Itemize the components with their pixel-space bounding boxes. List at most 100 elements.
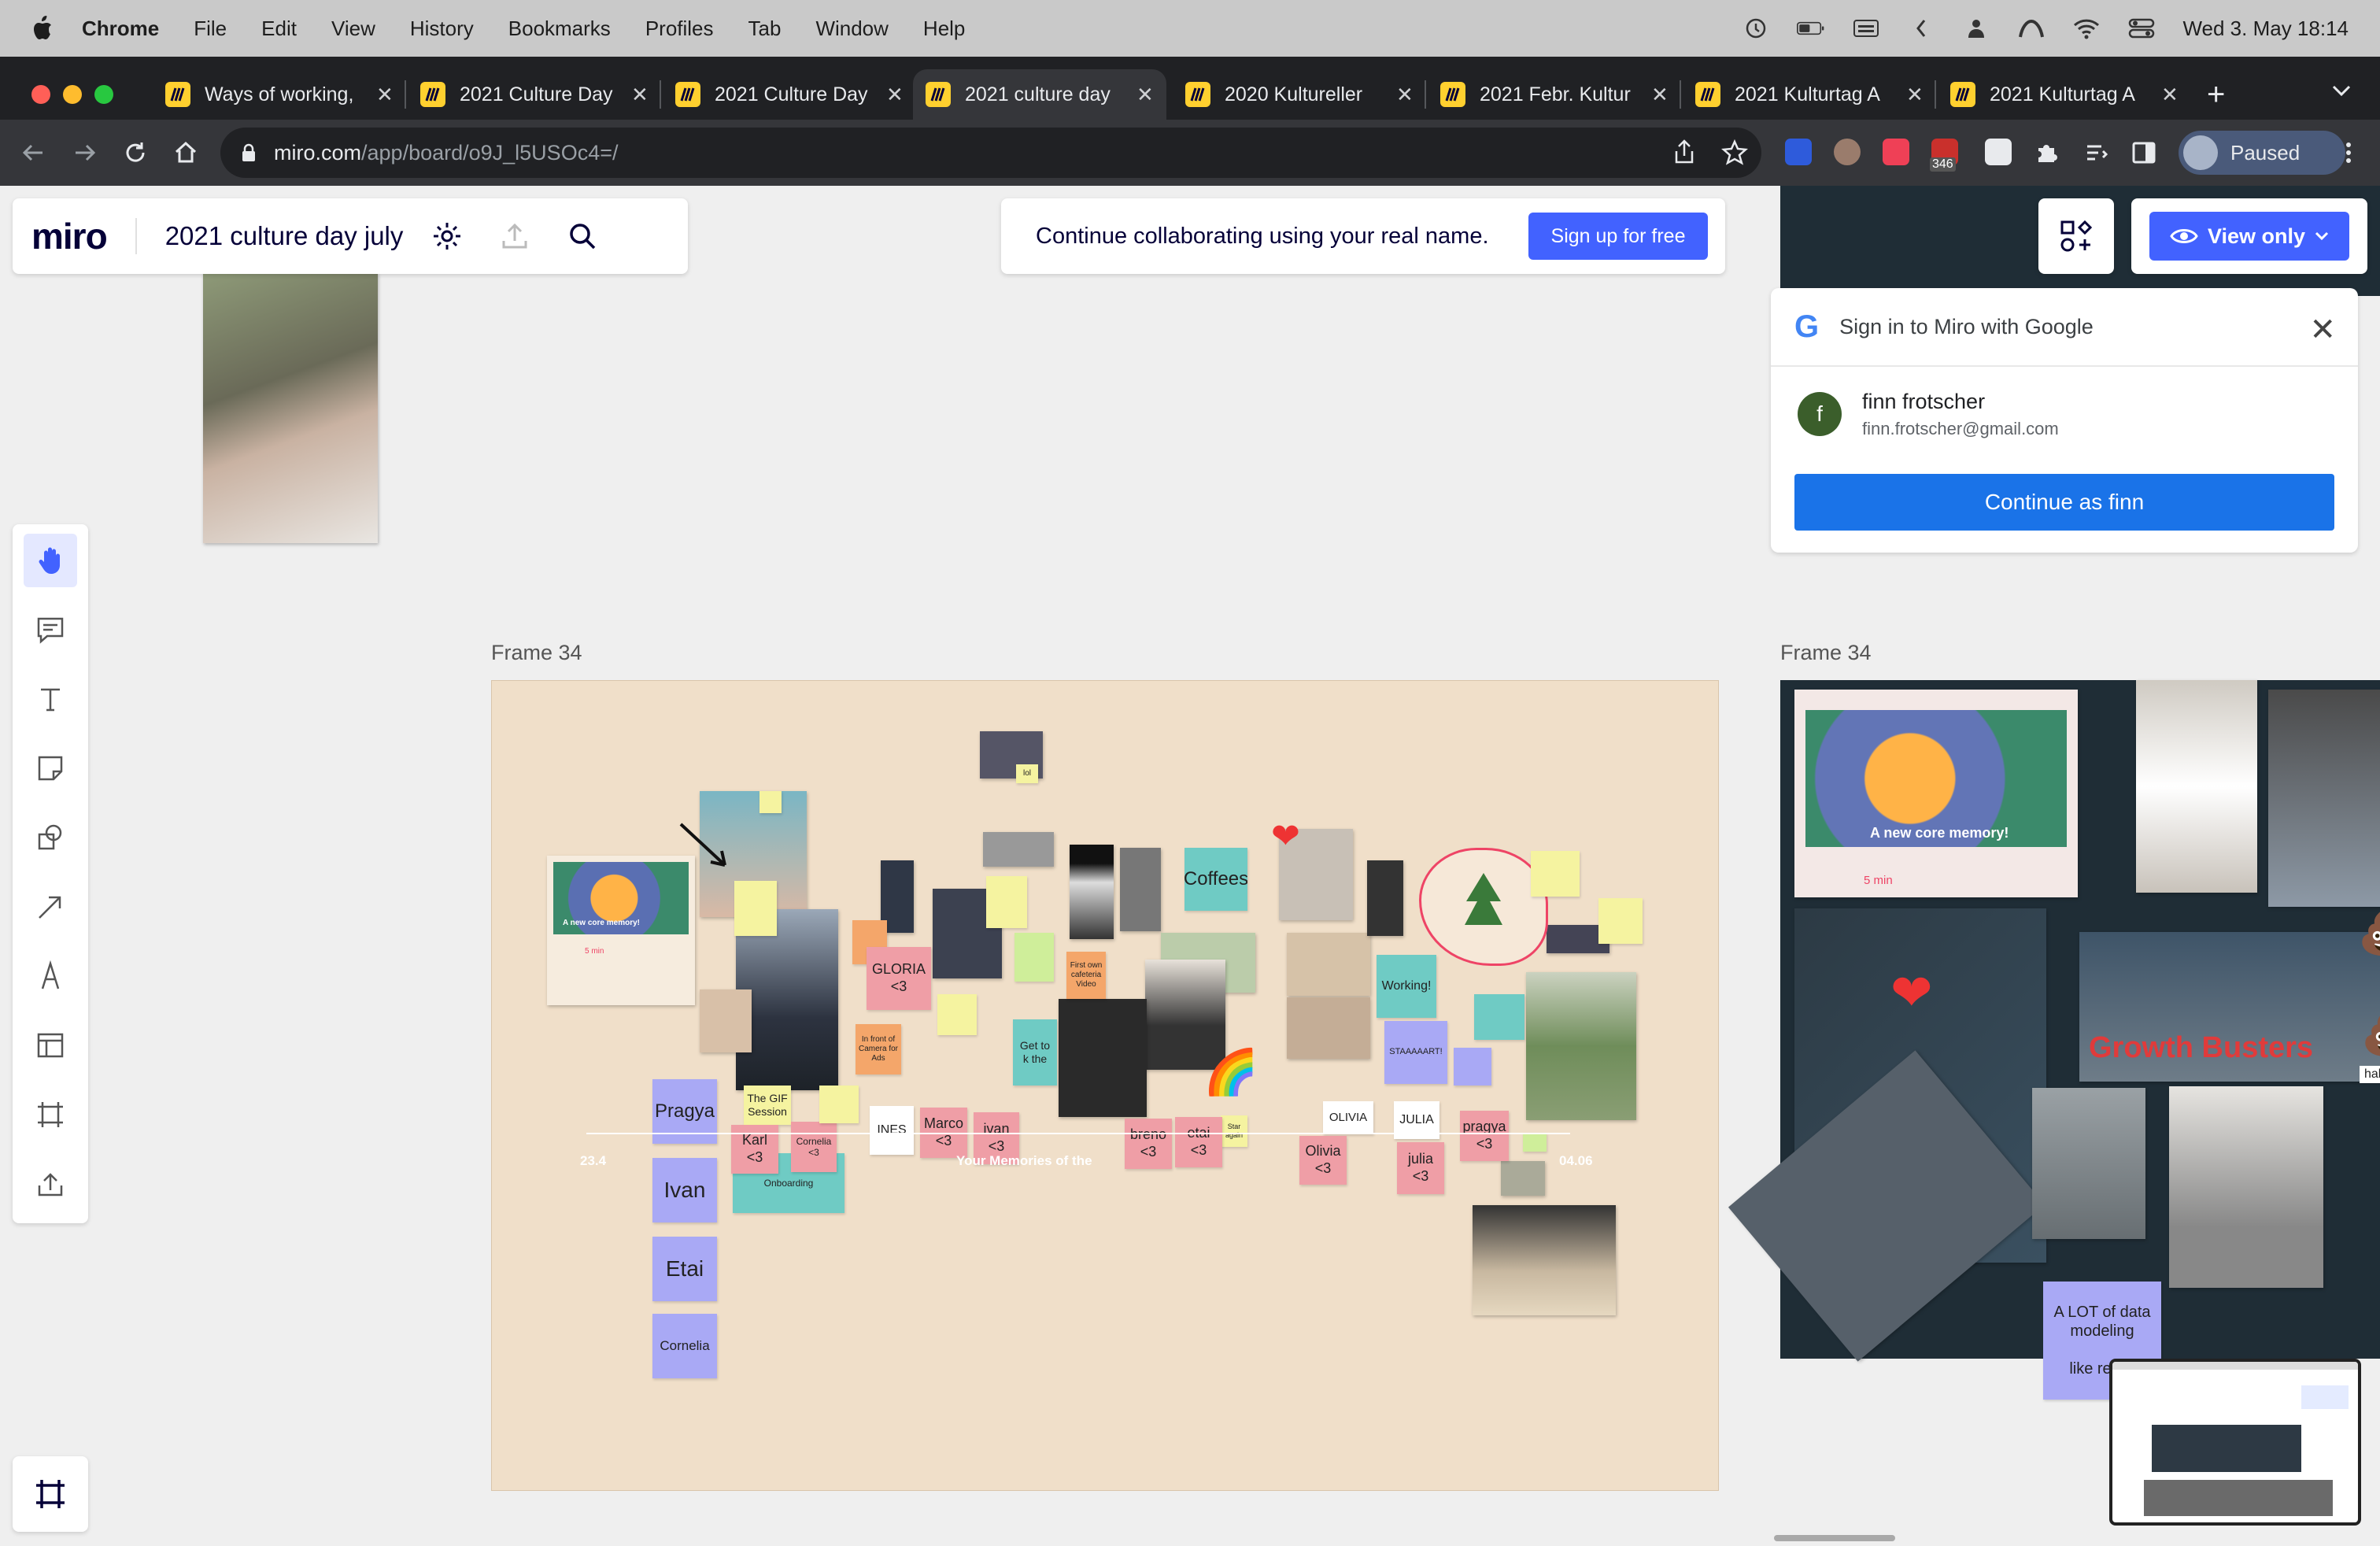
sticky-working[interactable]: Working!: [1377, 955, 1436, 1018]
lock-icon[interactable]: [241, 143, 257, 162]
kebab-menu-icon[interactable]: [2334, 139, 2363, 167]
sticky-cornelia[interactable]: Cornelia: [652, 1314, 717, 1378]
menu-profiles[interactable]: Profiles: [645, 17, 714, 41]
continue-as-button[interactable]: Continue as finn: [1794, 474, 2334, 531]
sticky-cornelia-heart[interactable]: Cornelia <3: [791, 1122, 837, 1172]
share-icon[interactable]: [1670, 139, 1698, 167]
growth-busters-image[interactable]: Growth Busters: [2079, 932, 2380, 1082]
sticky-olivia[interactable]: Olivia <3: [1299, 1136, 1347, 1185]
shapes-tool-button[interactable]: [24, 811, 77, 864]
sticky-small-note-3[interactable]: [937, 994, 977, 1035]
menubar-clock[interactable]: Wed 3. May 18:14: [2182, 17, 2349, 41]
tab-close-icon[interactable]: ✕: [1136, 83, 1154, 107]
sign-up-button[interactable]: Sign up for free: [1528, 213, 1708, 260]
upload-export-icon[interactable]: [499, 220, 530, 252]
board-name[interactable]: 2021 culture day july: [165, 221, 404, 251]
sticky-small-note-2[interactable]: [986, 876, 1027, 928]
chevron-left-icon[interactable]: [1907, 17, 1935, 40]
address-bar[interactable]: miro.com/app/board/o9J_l5USOc4=/: [220, 128, 1761, 178]
sticky-gloria[interactable]: GLORIA <3: [867, 947, 931, 1010]
extension-status-icon[interactable]: [1962, 17, 1990, 40]
tab-3-active[interactable]: 2021 culture day ✕: [913, 69, 1166, 120]
tab-5[interactable]: 2021 Febr. Kultur ✕: [1428, 69, 1681, 120]
menu-edit[interactable]: Edit: [261, 17, 297, 41]
frames-panel-button[interactable]: [13, 1456, 88, 1532]
frame-34-left[interactable]: A new core memory! 5 min ❤ 🌈 lol In fron…: [491, 680, 1719, 1491]
board-photo-woman[interactable]: [203, 272, 378, 543]
menu-window[interactable]: Window: [815, 17, 888, 41]
time-machine-icon[interactable]: [1742, 17, 1770, 40]
photo-small-dark[interactable]: [1367, 860, 1403, 936]
photo-sleeping-man[interactable]: [1473, 1205, 1616, 1315]
reload-icon[interactable]: [121, 139, 150, 167]
sticky-etai[interactable]: Etai: [652, 1237, 717, 1301]
photo-man-standing[interactable]: [2136, 680, 2257, 893]
sticky-staaaart[interactable]: STAAAAART!: [1384, 1021, 1447, 1084]
photo-park[interactable]: [1526, 972, 1636, 1120]
miro-logo[interactable]: miro: [31, 215, 108, 257]
wifi-icon[interactable]: [2072, 17, 2101, 40]
battery-icon[interactable]: [1797, 17, 1825, 40]
sticky-note-tool-button[interactable]: [24, 742, 77, 795]
tab-close-icon[interactable]: ✕: [1906, 83, 1924, 107]
sticky-ivan[interactable]: Ivan: [652, 1158, 717, 1222]
sticky-small-note-1[interactable]: [734, 881, 777, 936]
sticky-small-teal[interactable]: [1474, 994, 1524, 1040]
sticky-star-again[interactable]: Star again: [1221, 1115, 1247, 1147]
bitwarden-extension-icon[interactable]: [1785, 139, 1812, 165]
sticky-breno[interactable]: breno <3: [1125, 1119, 1172, 1169]
profile-paused-button[interactable]: Paused: [2179, 131, 2345, 175]
extension-5-icon[interactable]: [1985, 139, 2012, 165]
photo-crowd[interactable]: [2032, 1088, 2145, 1239]
search-icon[interactable]: [567, 220, 598, 252]
photo-sunglasses-2[interactable]: [1287, 997, 1370, 1059]
comment-tool-button[interactable]: [24, 603, 77, 656]
close-icon[interactable]: ✕: [2309, 312, 2336, 348]
keyboard-icon[interactable]: [1852, 17, 1880, 40]
sticky-in-front-of-camera[interactable]: In front of Camera for Ads: [856, 1024, 901, 1074]
photo-man-goggles[interactable]: [2268, 690, 2380, 907]
photo-vertical-1[interactable]: [1070, 845, 1114, 939]
sticky-small-green[interactable]: [1014, 933, 1054, 982]
sticky-julia[interactable]: julia <3: [1397, 1142, 1444, 1194]
tab-1[interactable]: 2021 Culture Day ✕: [408, 69, 661, 120]
frame-tool-button[interactable]: [24, 1088, 77, 1141]
tab-close-icon[interactable]: ✕: [376, 83, 394, 107]
photo-tiny[interactable]: [1501, 1161, 1545, 1196]
sticky-first-own-video[interactable]: First own cafeteria Video: [1066, 952, 1106, 999]
menu-bookmarks[interactable]: Bookmarks: [508, 17, 611, 41]
menu-file[interactable]: File: [194, 17, 227, 41]
extension-2-icon[interactable]: [1834, 139, 1861, 165]
window-close-button[interactable]: [31, 85, 50, 104]
hand-tool-button[interactable]: [24, 534, 77, 587]
horizontal-scrollbar[interactable]: [1774, 1535, 1895, 1541]
photo-group-small[interactable]: [983, 832, 1054, 867]
tab-2[interactable]: 2021 Culture Day ✕: [663, 69, 916, 120]
photo-sunglasses-1[interactable]: [1287, 933, 1370, 996]
frame-label-right[interactable]: Frame 34: [1780, 641, 1872, 665]
forward-arrow-icon[interactable]: [71, 139, 99, 167]
sticky-lol[interactable]: lol: [1016, 764, 1038, 783]
upload-tool-button[interactable]: [24, 1157, 77, 1211]
tab-0[interactable]: Ways of working, ✕: [153, 69, 406, 120]
sticky-small-note-5[interactable]: [1598, 898, 1643, 944]
tab-close-icon[interactable]: ✕: [631, 83, 649, 107]
pocket-extension-icon[interactable]: [1883, 139, 1909, 165]
tab-4[interactable]: 2020 Kultureller ✕: [1173, 69, 1426, 120]
frame-34-right[interactable]: A new core memory! 5 min ❤ Growth Buster…: [1728, 680, 2380, 1400]
sticky-small-green-2[interactable]: [1523, 1133, 1547, 1152]
menu-view[interactable]: View: [331, 17, 375, 41]
templates-tool-button[interactable]: [24, 1019, 77, 1072]
menu-help[interactable]: Help: [923, 17, 965, 41]
puzzle-extensions-icon[interactable]: [2032, 139, 2060, 167]
sticky-small-note-4[interactable]: [1531, 851, 1580, 897]
menu-tab[interactable]: Tab: [748, 17, 782, 41]
tab-close-icon[interactable]: ✕: [2161, 83, 2179, 107]
photo-vertical-2[interactable]: [1120, 848, 1161, 931]
window-zoom-button[interactable]: [94, 85, 113, 104]
frame-label-left[interactable]: Frame 34: [491, 641, 582, 665]
photo-hoodie-person[interactable]: [2169, 1086, 2323, 1288]
settings-gear-icon[interactable]: [431, 220, 463, 252]
photo-dark-scene[interactable]: [1059, 999, 1147, 1117]
sticky-get-to-know[interactable]: Get to k the: [1013, 1019, 1057, 1086]
